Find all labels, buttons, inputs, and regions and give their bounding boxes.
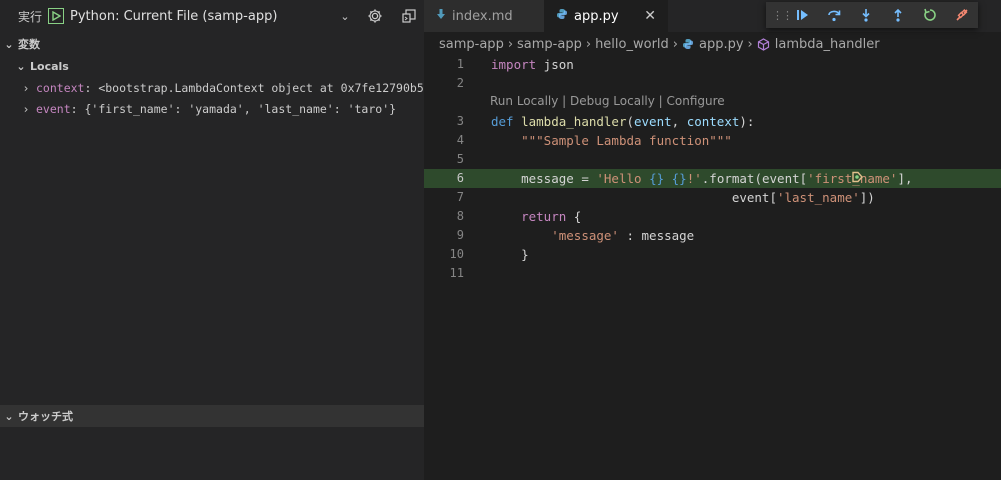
breadcrumb-item[interactable]: hello_world — [595, 37, 669, 52]
code-text: def lambda_handler(event, context): — [491, 114, 755, 129]
variables-section-title: 変数 — [18, 38, 40, 51]
code-line-5[interactable]: 5 — [424, 150, 1001, 169]
line-number: 4 — [456, 133, 464, 147]
variable-value: {'first_name': 'yamada', 'last_name': 't… — [84, 102, 397, 116]
chevron-down-icon: ⌄ — [340, 9, 350, 23]
chevron-right-icon: › — [672, 36, 678, 52]
line-number: 5 — [456, 152, 464, 166]
play-icon — [52, 11, 62, 21]
step-out-icon — [894, 8, 902, 22]
step-out-button[interactable] — [882, 3, 914, 27]
locals-label: Locals — [30, 59, 69, 73]
line-number: 2 — [456, 76, 464, 90]
code-text: event['last_name']) — [731, 190, 875, 205]
variable-row-context[interactable]: › context: <bootstrap.LambdaContext obje… — [20, 77, 445, 99]
gear-icon — [368, 9, 382, 23]
line-number: 6 — [456, 171, 464, 185]
chevron-right-icon: › — [22, 81, 30, 95]
line-number: 9 — [456, 228, 464, 242]
run-label: 実行 — [18, 9, 43, 24]
chevron-down-icon: ⌄ — [4, 37, 14, 51]
code-line-11[interactable]: 11 — [424, 264, 1001, 283]
code-line-9[interactable]: 9 'message' : message — [424, 226, 1001, 245]
markdown-icon — [436, 8, 446, 24]
code-text: } — [521, 247, 529, 262]
tab-label: index.md — [452, 8, 513, 24]
variable-value: <bootstrap.LambdaContext object at 0x7fe… — [98, 81, 445, 95]
chevron-down-icon: ⌄ — [16, 59, 26, 73]
settings-gear-button[interactable] — [363, 4, 387, 28]
code-text: import json — [491, 57, 574, 72]
drag-handle-icon[interactable]: ⋮⋮ — [772, 9, 793, 22]
variable-name: context — [36, 81, 85, 95]
variable-separator: : — [84, 81, 99, 95]
disconnect-icon — [956, 9, 968, 21]
codelens-actions[interactable]: Run Locally | Debug Locally | Configure — [490, 94, 725, 108]
code-text: 'message' : message — [551, 228, 695, 243]
step-over-icon — [828, 10, 841, 22]
debug-console-button[interactable] — [397, 4, 421, 28]
continue-button[interactable] — [786, 3, 818, 27]
editor-area: index.md app.py ✕ ⋮⋮ samp-app › samp-app… — [424, 0, 1001, 480]
chevron-down-icon: ⌄ — [4, 409, 14, 423]
step-over-button[interactable] — [818, 3, 850, 27]
line-number: 11 — [449, 266, 464, 280]
restart-button[interactable] — [914, 3, 946, 27]
code-text: message = 'Hello {} {}!'.format(event['f… — [521, 171, 913, 186]
line-number: 7 — [456, 190, 464, 204]
python-icon — [682, 38, 694, 50]
continue-icon — [797, 10, 808, 20]
code-line-1[interactable]: 1 import json — [424, 55, 1001, 74]
code-line-6-current[interactable]: 6 message = 'Hello {} {}!'.format(event[… — [424, 169, 1001, 188]
floating-debug-toolbar: ⋮⋮ — [766, 2, 978, 28]
tab-app-py[interactable]: app.py ✕ — [544, 0, 668, 32]
disconnect-button[interactable] — [946, 3, 978, 27]
chevron-right-icon: › — [585, 36, 592, 52]
step-into-button[interactable] — [850, 3, 882, 27]
code-text: return { — [521, 209, 582, 224]
code-text: """Sample Lambda function""" — [521, 133, 732, 148]
breadcrumb-item[interactable]: samp-app — [439, 37, 504, 52]
variable-separator: : — [70, 102, 85, 116]
line-number: 8 — [456, 209, 464, 223]
code-line-4[interactable]: 4 """Sample Lambda function""" — [424, 131, 1001, 150]
breadcrumb-item[interactable]: lambda_handler — [775, 37, 880, 52]
watch-section-header[interactable]: ⌄ ウォッチ式 — [0, 405, 424, 427]
chevron-right-icon: › — [22, 102, 30, 116]
variable-name: event — [36, 102, 71, 116]
close-icon[interactable]: ✕ — [644, 8, 656, 24]
step-into-icon — [862, 9, 870, 22]
code-line-2[interactable]: 2 — [424, 74, 1001, 93]
breadcrumb-item[interactable]: app.py — [699, 37, 744, 52]
restart-icon — [924, 8, 936, 21]
debug-console-icon — [402, 9, 416, 23]
variable-row-event[interactable]: › event: {'first_name': 'yamada', 'last_… — [20, 98, 397, 120]
current-stack-frame-arrow-icon[interactable] — [851, 171, 863, 187]
launch-config-value: Python: Current File (samp-app) — [70, 8, 278, 24]
watch-section-title: ウォッチ式 — [18, 410, 73, 423]
code-line-8[interactable]: 8 return { — [424, 207, 1001, 226]
variables-section-header[interactable]: ⌄ 変数 — [0, 33, 424, 55]
debug-sidebar: 実行 Python: Current File (samp-app) ⌄ ⌄ 変… — [0, 0, 445, 480]
code-line-10[interactable]: 10 } — [424, 245, 1001, 264]
tab-index-md[interactable]: index.md — [424, 0, 544, 32]
chevron-right-icon: › — [747, 36, 753, 52]
debug-toolbar: 実行 Python: Current File (samp-app) ⌄ — [0, 0, 424, 32]
chevron-right-icon: › — [507, 36, 514, 52]
breadcrumb: samp-app › samp-app › hello_world › app.… — [439, 36, 880, 52]
locals-scope[interactable]: ⌄ Locals — [12, 55, 424, 77]
function-symbol-icon — [757, 37, 770, 51]
line-number: 3 — [456, 114, 464, 128]
line-number: 10 — [449, 247, 464, 261]
code-line-3[interactable]: 3 def lambda_handler(event, context): — [424, 112, 1001, 131]
tab-label: app.py — [574, 8, 619, 24]
launch-config-select[interactable]: Python: Current File (samp-app) ⌄ — [70, 5, 353, 27]
breadcrumb-item[interactable]: samp-app — [517, 37, 582, 52]
start-debugging-button[interactable] — [48, 8, 65, 24]
python-icon — [556, 8, 568, 24]
code-line-7[interactable]: 7 event['last_name']) — [424, 188, 1001, 207]
line-number: 1 — [456, 57, 464, 71]
